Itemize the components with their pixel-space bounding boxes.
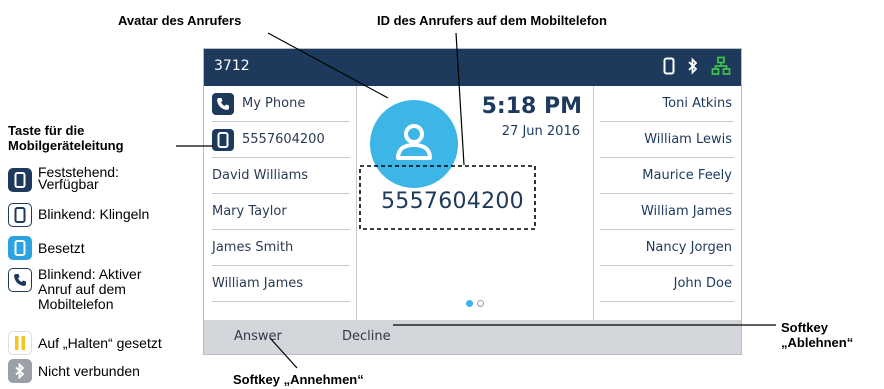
legend-on-hold: Auf „Halten“ gesetzt <box>38 335 162 351</box>
caller-number: 5557604200 <box>381 189 524 214</box>
network-icon <box>711 56 731 81</box>
speed-dial-label: Toni Atkins <box>662 96 732 111</box>
callout-avatar: Avatar des Anrufers <box>118 13 242 28</box>
line-key-label: David Williams <box>212 168 309 183</box>
answer-softkey[interactable]: Answer <box>234 329 282 344</box>
line-key-label: Mary Taylor <box>212 204 287 219</box>
extension-number: 3712 <box>214 58 250 74</box>
left-line-keys: My Phone 5557604200 David Williams Mary … <box>204 86 357 320</box>
decline-softkey[interactable]: Decline <box>342 329 391 344</box>
speed-dial-label: Maurice Feely <box>642 168 732 183</box>
person-icon <box>392 122 436 167</box>
callout-answer: Softkey „Annehmen“ <box>233 372 364 387</box>
bluetooth-icon <box>687 56 699 80</box>
mobile-icon <box>663 57 675 80</box>
speed-dial-key[interactable]: Maurice Feely <box>600 158 734 194</box>
speed-dial-label: Nancy Jorgen <box>645 240 732 255</box>
speed-dial-key[interactable]: William Lewis <box>600 122 734 158</box>
mobile-icon <box>212 128 234 151</box>
line-key-my-phone[interactable]: My Phone <box>212 86 350 122</box>
line-key-label: William James <box>212 276 304 291</box>
line-key-label: James Smith <box>212 240 294 255</box>
legend-busy: Besetzt <box>38 240 85 256</box>
status-icons <box>663 56 731 81</box>
speed-dial-key[interactable]: Nancy Jorgen <box>600 230 734 266</box>
page-dot-active <box>466 300 473 307</box>
handset-icon <box>212 92 234 115</box>
clock-date: 27 Jun 2016 <box>501 124 580 139</box>
line-key-label: My Phone <box>242 96 306 111</box>
mobile-solid-icon <box>8 168 32 192</box>
line-key-label: 5557604200 <box>242 132 325 147</box>
legend-not-connected: Nicht verbunden <box>38 363 140 379</box>
legend-available: Feststehend: Verfügbar <box>38 164 119 192</box>
hold-icon <box>8 331 32 355</box>
right-line-keys: Toni Atkins William Lewis Maurice Feely … <box>593 86 741 320</box>
bluetooth-disconnected-icon <box>8 359 32 383</box>
phone-screen: 3712 My Phone 5557604200 David Williams … <box>203 48 742 355</box>
callout-decline: Softkey „Ablehnen“ <box>781 320 854 350</box>
mobile-busy-icon <box>8 236 32 260</box>
clock-time: 5:18 PM <box>481 94 582 119</box>
speed-dial-key[interactable]: John Doe <box>600 266 734 302</box>
handset-outline-icon <box>8 268 32 292</box>
status-bar: 3712 <box>204 49 741 86</box>
line-key[interactable]: William James <box>212 266 350 302</box>
page-indicator <box>466 300 484 307</box>
call-panel: 5:18 PM 27 Jun 2016 5557604200 <box>358 86 592 320</box>
line-key-mobile[interactable]: 5557604200 <box>212 122 350 158</box>
line-key[interactable]: James Smith <box>212 230 350 266</box>
line-key[interactable]: David Williams <box>212 158 350 194</box>
speed-dial-key[interactable]: William James <box>600 194 734 230</box>
speed-dial-key[interactable]: Toni Atkins <box>600 86 734 122</box>
mobile-outline-icon <box>8 203 32 227</box>
legend-active-call: Blinkend: Aktiver Anruf auf dem Mobiltel… <box>38 266 142 312</box>
line-key[interactable]: Mary Taylor <box>212 194 350 230</box>
speed-dial-label: John Doe <box>673 276 732 291</box>
softkey-bar: Answer Decline <box>204 320 741 354</box>
callout-mobile-key: Taste für die Mobilgeräteleitung <box>8 123 124 153</box>
page-dot <box>477 300 484 307</box>
callout-caller-id: ID des Anrufers auf dem Mobiltelefon <box>377 13 607 28</box>
speed-dial-label: William James <box>640 204 732 219</box>
legend-ringing: Blinkend: Klingeln <box>38 206 150 222</box>
speed-dial-label: William Lewis <box>644 132 732 147</box>
